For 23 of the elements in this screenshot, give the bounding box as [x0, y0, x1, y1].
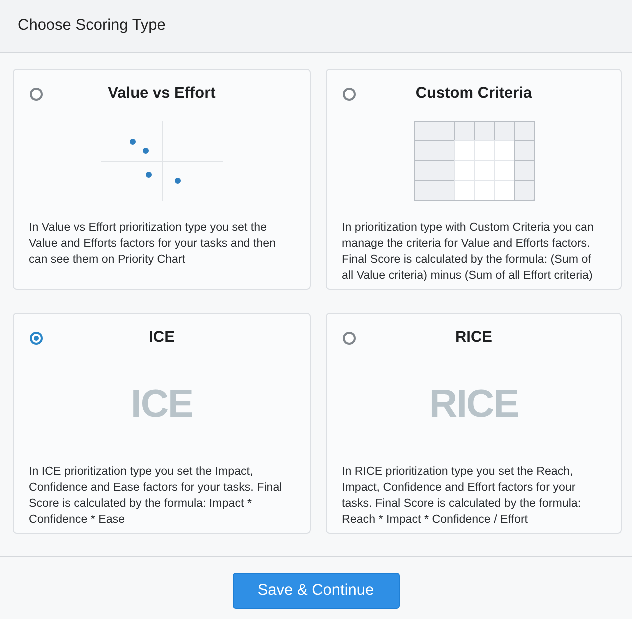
radio-button[interactable] [343, 88, 356, 101]
option-title: Value vs Effort [108, 85, 216, 103]
wordmark-logo: ICE [130, 384, 193, 424]
radio-button[interactable] [30, 332, 43, 345]
scatter-dot [143, 148, 149, 154]
option-title: ICE [149, 329, 175, 347]
option-title: RICE [455, 329, 493, 347]
option-card[interactable]: ICE ICE In ICE prioritization type you set the Impact, Confidence and Ease factors for your tasks. Final Score is calculated by the formula: Impact * Confidence * Ease [13, 313, 311, 534]
radio-button[interactable] [30, 88, 43, 101]
scatter-dot [175, 178, 181, 184]
option-description: In Value vs Effort prioritization type you set the Value and Efforts factors for your tasks and then can see them on Priority Chart [29, 220, 278, 268]
option-card[interactable]: Value vs Effort In Value vs Effort prioritization type you set the Value and Efforts factors for your tasks and then can see them on Priority Chart [13, 69, 311, 290]
scatter-dot [130, 138, 136, 144]
scatter-dot [146, 172, 152, 178]
option-description: In ICE prioritization type you set the Impact, Confidence and Ease factors for your tasks. Final Score is calculated by the formula: Impact * Confidence * Ease [29, 464, 284, 528]
option-title: Custom Criteria [416, 85, 532, 103]
option-description: In prioritization type with Custom Criteria you can manage the criteria for Value and Efforts factors. Final Score is calculated by the formula: (Sum of all Value criteria) minus (Sum of all Effort criteria) [342, 220, 595, 284]
option-card[interactable] [326, 69, 622, 290]
wordmark-logo: RICE [429, 384, 519, 424]
option-description: In RICE prioritization type you set the Reach, Impact, Confidence and Effort factors for your tasks. Final Score is calculated by the formula: Reach * Impact * Confidence / Effort [342, 464, 582, 528]
option-card[interactable]: RICE RICE In RICE prioritization type you set the Reach, Impact, Confidence and Effort factors for your tasks. Final Score is calculated by the formula: Reach * Impact * Confidence / Effort [326, 313, 622, 534]
radio-button[interactable] [343, 332, 356, 345]
dialog-title: Choose Scoring Type [18, 17, 166, 35]
